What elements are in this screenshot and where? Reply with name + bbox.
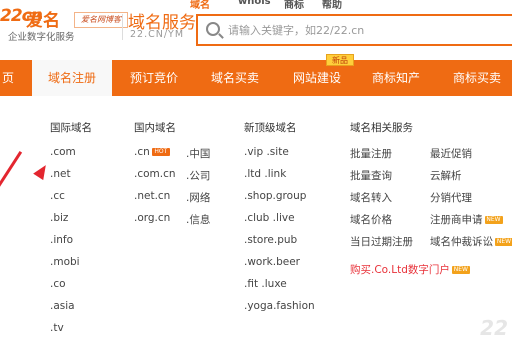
nav-item-domain-trade[interactable]: 域名买卖 xyxy=(198,60,272,96)
logo-tagline: 企业数字化服务 xyxy=(8,32,75,43)
header-divider xyxy=(122,14,123,40)
nav-item-trademark-trade[interactable]: 商标买卖 xyxy=(442,60,512,96)
domain-link-co[interactable]: .co xyxy=(50,278,66,290)
new-badge: NEW xyxy=(484,216,503,224)
domain-link-info[interactable]: .info xyxy=(50,234,73,246)
domain-link-net[interactable]: .net xyxy=(50,168,71,180)
gtld-row[interactable]: .yoga.fashion xyxy=(244,300,315,312)
new-badge: NEW xyxy=(495,238,512,246)
search-icon xyxy=(206,22,220,36)
top-nav-whois[interactable]: whois xyxy=(238,0,271,7)
service-link-bulk-query[interactable]: 批量查询 xyxy=(350,168,392,183)
top-nav-trademark[interactable]: 商标 xyxy=(284,0,304,11)
logo-handwriting: 爱名网博客 xyxy=(74,12,128,28)
logo[interactable]: 22cn 爱名 爱名网博客 企业数字化服务 xyxy=(0,4,128,43)
nav-item-trademark-ip[interactable]: 商标知产 xyxy=(362,60,430,96)
col-title-services: 域名相关服务 xyxy=(350,122,413,134)
promo-link[interactable]: 购买.Co.Ltd数字门户 NEW xyxy=(350,262,470,277)
gtld-row[interactable]: .work.beer xyxy=(244,256,300,268)
service-link-arbitration-label: 域名仲裁诉讼 xyxy=(430,236,493,248)
domain-link-asia[interactable]: .asia xyxy=(50,300,75,312)
nav-item-domain-register[interactable]: 域名注册 xyxy=(32,60,112,96)
domain-dropdown-panel: 国际域名 .com .net .cc .biz .info .mobi .co … xyxy=(0,96,512,340)
service-link-cloud-dns[interactable]: 云解析 xyxy=(430,168,462,183)
service-link-pricing[interactable]: 域名价格 xyxy=(350,212,392,227)
nav-item-reserve-bid[interactable]: 预订竞价 xyxy=(118,60,190,96)
search-input[interactable] xyxy=(228,20,498,40)
service-link-registrar-apply-label: 注册商申请 xyxy=(430,214,483,226)
domain-link-xinxi[interactable]: .信息 xyxy=(186,212,210,227)
top-nav-help[interactable]: 帮助 xyxy=(322,0,342,11)
domain-link-cn-label: .cn xyxy=(134,146,150,158)
promo-link-label: 购买.Co.Ltd数字门户 xyxy=(350,264,450,276)
domain-link-mobi[interactable]: .mobi xyxy=(50,256,80,268)
new-product-badge: 新品 xyxy=(326,54,354,66)
page-subtitle: 22.CN/YM xyxy=(130,29,185,40)
col-title-intl: 国际域名 xyxy=(50,122,92,134)
gtld-row[interactable]: .vip .site xyxy=(244,146,289,158)
domain-link-biz[interactable]: .biz xyxy=(50,212,68,224)
domain-link-wangluo[interactable]: .网络 xyxy=(186,190,210,205)
service-link-reseller[interactable]: 分销代理 xyxy=(430,190,472,205)
domain-link-net-cn[interactable]: .net.cn xyxy=(134,190,170,202)
gtld-row[interactable]: .store.pub xyxy=(244,234,297,246)
service-link-transfer-in[interactable]: 域名转入 xyxy=(350,190,392,205)
watermark: 22 xyxy=(480,316,508,340)
service-link-arbitration[interactable]: 域名仲裁诉讼 NEW xyxy=(430,234,512,249)
gtld-row[interactable]: .fit .luxe xyxy=(244,278,287,290)
domain-link-zhongguo[interactable]: .中国 xyxy=(186,146,210,161)
col-title-gtld: 新顶级域名 xyxy=(244,122,297,134)
service-link-promotions[interactable]: 最近促销 xyxy=(430,146,472,161)
col-title-cn: 国内域名 xyxy=(134,122,176,134)
domain-link-org-cn[interactable]: .org.cn xyxy=(134,212,170,224)
nav-item-home[interactable]: 页 xyxy=(0,60,16,96)
domain-link-gongsi[interactable]: .公司 xyxy=(186,168,210,183)
service-link-expired-register[interactable]: 当日过期注册 xyxy=(350,234,413,249)
logo-name: 爱名 xyxy=(26,11,60,31)
search-box xyxy=(196,14,512,46)
domain-link-tv[interactable]: .tv xyxy=(50,322,64,334)
gtld-row[interactable]: .ltd .link xyxy=(244,168,286,180)
gtld-row[interactable]: .club .live xyxy=(244,212,295,224)
new-badge: NEW xyxy=(451,266,470,274)
domain-link-cn[interactable]: .cn HOT xyxy=(134,146,170,158)
domain-link-com-cn[interactable]: .com.cn xyxy=(134,168,176,180)
service-link-registrar-apply[interactable]: 注册商申请 NEW xyxy=(430,212,503,227)
domain-link-com[interactable]: .com xyxy=(50,146,76,158)
hot-badge: HOT xyxy=(151,148,170,156)
gtld-row[interactable]: .shop.group xyxy=(244,190,306,202)
domain-link-cc[interactable]: .cc xyxy=(50,190,65,202)
main-nav: 页 域名注册 预订竞价 域名买卖 网站建设 商标知产 商标买卖 xyxy=(0,60,512,96)
service-link-bulk-register[interactable]: 批量注册 xyxy=(350,146,392,161)
